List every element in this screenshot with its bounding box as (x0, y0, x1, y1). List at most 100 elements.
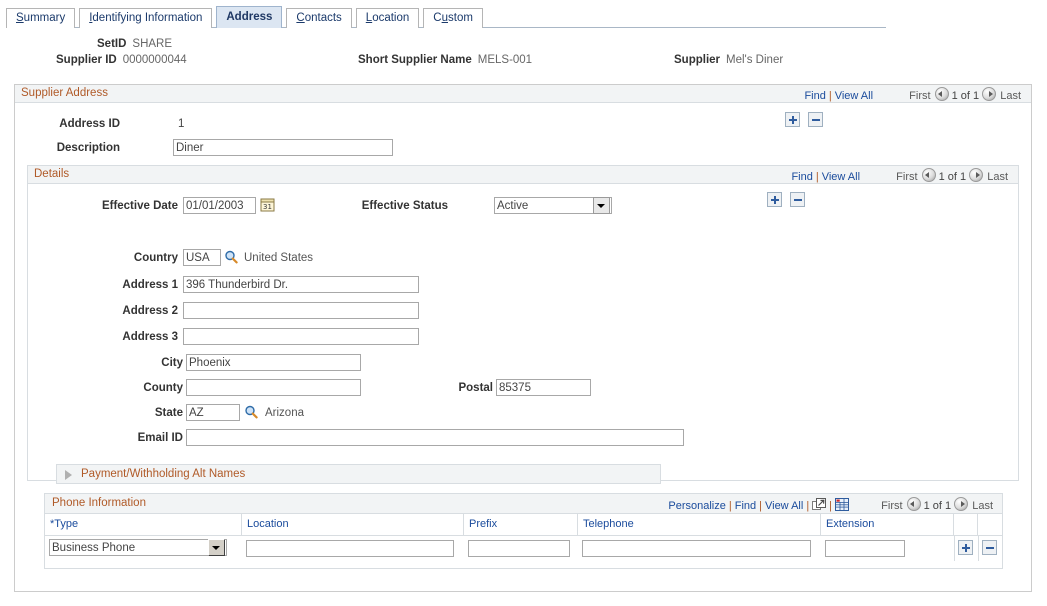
page-frame: Supplier Address Find|View All First 1 o… (14, 84, 1032, 592)
phone-add-row-button[interactable] (958, 540, 973, 555)
details-find-link[interactable]: Find (791, 171, 812, 183)
address3-input[interactable] (183, 328, 419, 345)
phone-prefix-input[interactable] (468, 540, 570, 557)
chevron-down-icon (208, 539, 225, 556)
cell-delete (978, 536, 1002, 561)
tab-contacts[interactable]: Contacts (286, 8, 351, 28)
supplier-address-next-arrow-icon[interactable] (982, 87, 996, 101)
details-delete-row-button[interactable] (790, 192, 805, 207)
phone-view-all-link[interactable]: View All (765, 500, 803, 512)
phone-next-arrow-icon[interactable] (954, 497, 968, 511)
tab-custom[interactable]: Custom (423, 8, 483, 28)
description-input[interactable] (173, 139, 393, 156)
tab-summary-accel: S (16, 12, 24, 24)
tab-identifying-information-label-rest: dentifying Information (92, 12, 202, 24)
supplier-address-last-link[interactable]: Last (1000, 90, 1021, 102)
new-window-icon[interactable] (812, 498, 826, 514)
personalize-link[interactable]: Personalize (668, 500, 725, 512)
cell-type: Business Phone (45, 536, 242, 561)
supplier-id-label: Supplier ID (56, 54, 117, 66)
state-lookup-icon[interactable] (244, 405, 258, 419)
supplier-address-add-row-button[interactable] (785, 112, 800, 127)
city-input[interactable] (186, 354, 361, 371)
column-header-prefix[interactable]: Prefix (464, 514, 578, 535)
column-header-telephone[interactable]: Telephone (578, 514, 821, 535)
address3-label: Address 3 (38, 331, 178, 343)
tab-custom-label-pre: C (433, 12, 441, 24)
tab-address[interactable]: Address (216, 6, 282, 28)
effective-status-select[interactable]: Active (494, 197, 612, 214)
supplier-value: Mel's Diner (726, 54, 783, 66)
details-prev-arrow-icon[interactable] (922, 168, 936, 182)
svg-text:31: 31 (263, 203, 272, 211)
phone-information-toolbar: Personalize|Find|View All|| First 1 of 1… (668, 497, 997, 514)
details-next-arrow-icon[interactable] (969, 168, 983, 182)
state-input[interactable] (186, 404, 240, 421)
payment-withholding-alt-names-section[interactable]: Payment/Withholding Alt Names (56, 464, 661, 484)
email-id-input[interactable] (186, 429, 684, 446)
phone-information-grid: Phone Information Personalize|Find|View … (44, 493, 1003, 569)
column-header-type[interactable]: *Type (45, 514, 242, 535)
tab-contacts-label-rest: ontacts (305, 12, 342, 24)
tab-contacts-accel: C (296, 12, 304, 24)
details-nav: Find|View All First 1 of 1 Last (791, 168, 1012, 183)
phone-information-title: Phone Information (52, 497, 146, 509)
download-spreadsheet-icon[interactable] (835, 498, 849, 514)
details-last-link[interactable]: Last (987, 171, 1008, 183)
supplier-address-find-link[interactable]: Find (804, 90, 825, 102)
supplier-id-field: Supplier ID 0000000044 (56, 54, 187, 66)
description-label: Description (55, 142, 120, 154)
phone-extension-input[interactable] (825, 540, 905, 557)
effective-date-input[interactable] (183, 197, 256, 214)
details-add-row-button[interactable] (767, 192, 782, 207)
supplier-id-value: 0000000044 (123, 54, 187, 66)
cell-location (242, 536, 464, 561)
details-view-all-link[interactable]: View All (822, 171, 860, 183)
effective-status-label: Effective Status (338, 200, 448, 212)
phone-delete-row-button[interactable] (982, 540, 997, 555)
column-header-location[interactable]: Location (242, 514, 464, 535)
phone-location-input[interactable] (246, 540, 454, 557)
supplier-address-delete-row-button[interactable] (808, 112, 823, 127)
country-label: Country (38, 252, 178, 264)
cell-add (954, 536, 978, 561)
postal-label: Postal (383, 382, 493, 394)
phone-telephone-input[interactable] (582, 540, 811, 557)
tab-location[interactable]: Location (356, 8, 420, 28)
phone-column-header-row: *Type Location Prefix Telephone Extensio… (45, 514, 1002, 536)
postal-input[interactable] (496, 379, 591, 396)
setid-field: SetID SHARE (97, 38, 172, 50)
phone-last-link[interactable]: Last (972, 500, 993, 512)
supplier-address-header: Supplier Address Find|View All First 1 o… (15, 85, 1031, 103)
country-description: United States (244, 252, 313, 264)
details-rowactions (767, 192, 805, 207)
tab-summary[interactable]: Summary (6, 8, 75, 28)
setid-value: SHARE (132, 38, 172, 50)
key-fields-region: SetID SHARE Supplier ID 0000000044 Short S… (0, 38, 1047, 76)
calendar-icon[interactable]: 31 (260, 197, 275, 212)
phone-type-select[interactable]: Business Phone (49, 539, 227, 556)
tab-identifying-information[interactable]: Identifying Information (79, 8, 212, 28)
column-header-extension[interactable]: Extension (821, 514, 954, 535)
supplier-address-prev-arrow-icon[interactable] (935, 87, 949, 101)
details-row-count: 1 of 1 (939, 171, 967, 183)
supplier-address-first-link[interactable]: First (909, 90, 930, 102)
chevron-right-icon (65, 470, 72, 480)
phone-prev-arrow-icon[interactable] (907, 497, 921, 511)
address2-input[interactable] (183, 302, 419, 319)
setid-label: SetID (97, 38, 126, 50)
phone-first-link[interactable]: First (881, 500, 902, 512)
country-input[interactable] (183, 249, 221, 266)
country-lookup-icon[interactable] (224, 250, 238, 264)
details-group: Details Find|View All First 1 of 1 Last … (27, 165, 1019, 481)
payment-withholding-alt-names-title: Payment/Withholding Alt Names (81, 468, 245, 480)
chevron-down-icon (593, 197, 610, 214)
county-input[interactable] (186, 379, 361, 396)
short-supplier-name-label: Short Supplier Name (358, 54, 472, 66)
supplier-address-title: Supplier Address (21, 87, 108, 99)
phone-find-link[interactable]: Find (735, 500, 756, 512)
supplier-address-view-all-link[interactable]: View All (835, 90, 873, 102)
address1-input[interactable] (183, 276, 419, 293)
details-first-link[interactable]: First (896, 171, 917, 183)
phone-information-header: Phone Information Personalize|Find|View … (45, 494, 1002, 514)
